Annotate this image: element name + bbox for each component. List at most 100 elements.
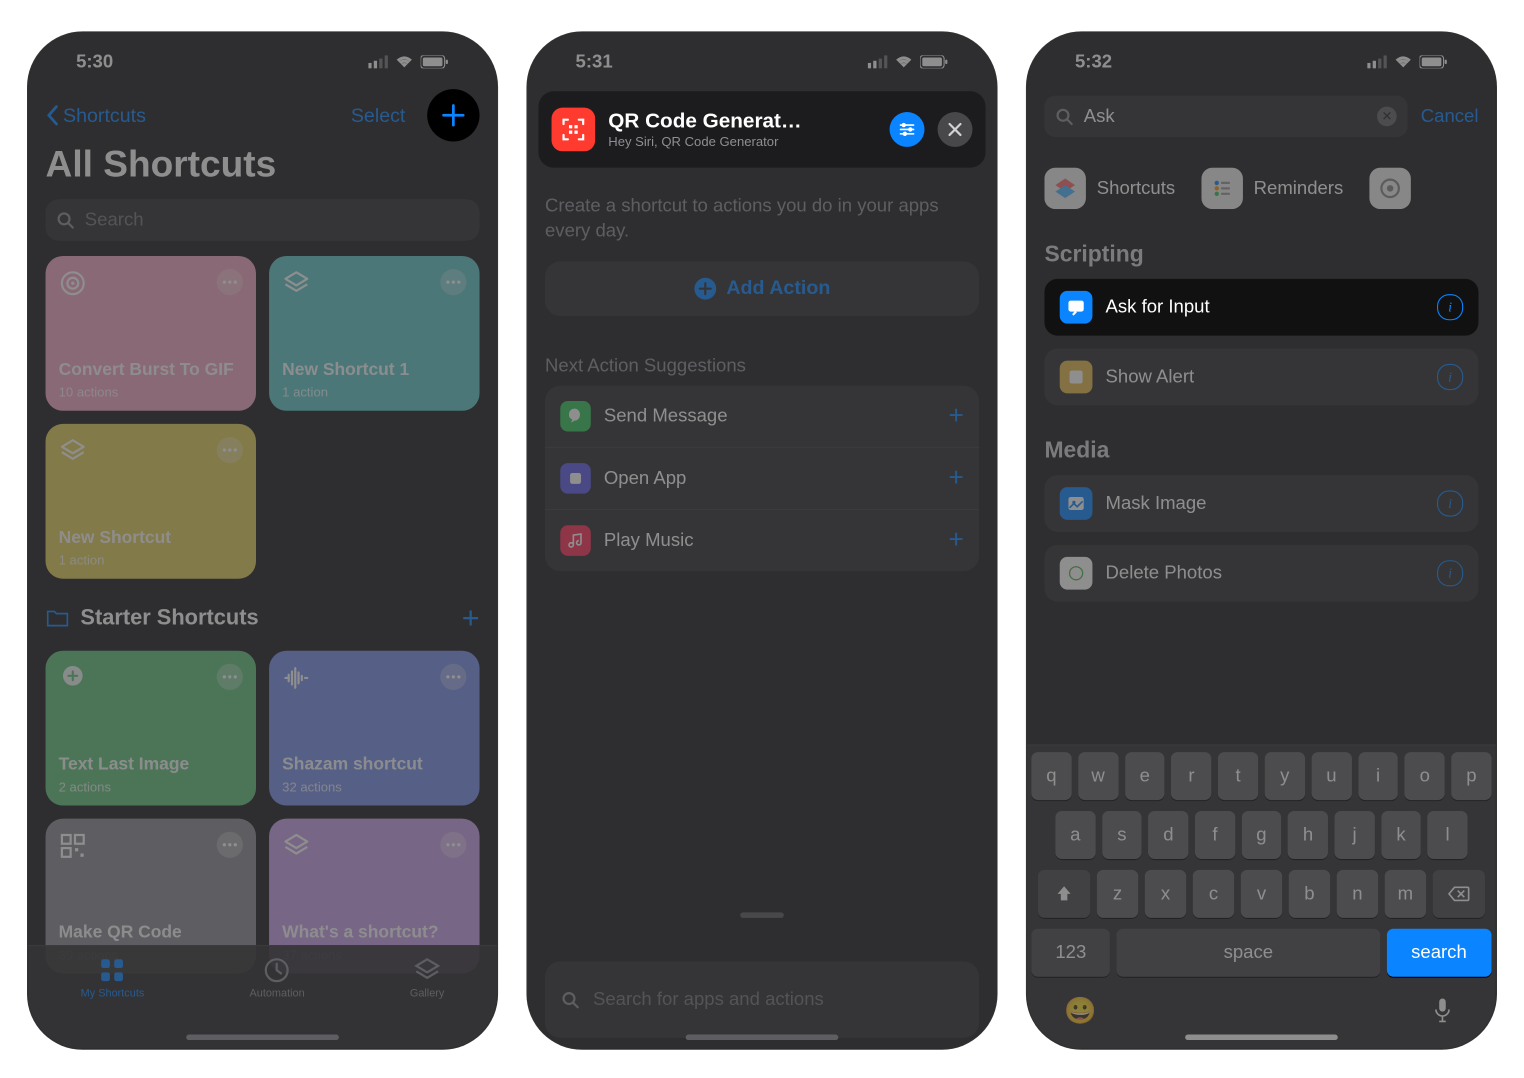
- action-show-alert[interactable]: Show Alert i: [1044, 349, 1478, 406]
- numbers-key[interactable]: 123: [1031, 929, 1110, 977]
- key[interactable]: l: [1428, 811, 1468, 859]
- home-indicator[interactable]: [686, 1035, 839, 1040]
- search-bar[interactable]: [46, 199, 480, 240]
- more-button[interactable]: [440, 269, 466, 295]
- key[interactable]: u: [1311, 752, 1351, 800]
- add-suggestion-button[interactable]: +: [948, 525, 963, 556]
- key[interactable]: v: [1241, 870, 1282, 918]
- info-button[interactable]: i: [1437, 560, 1463, 586]
- shortcut-title[interactable]: QR Code Generat…: [608, 110, 876, 134]
- action-search-input[interactable]: [1082, 104, 1369, 128]
- suggestion-item[interactable]: Play Music +: [545, 509, 979, 571]
- key[interactable]: q: [1031, 752, 1071, 800]
- key[interactable]: y: [1265, 752, 1305, 800]
- back-button[interactable]: Shortcuts: [46, 104, 146, 127]
- status-bar: 5:31: [545, 32, 979, 91]
- key[interactable]: k: [1381, 811, 1421, 859]
- add-suggestion-button[interactable]: +: [948, 463, 963, 494]
- emoji-button[interactable]: 😀: [1064, 994, 1097, 1027]
- more-button[interactable]: [217, 437, 243, 463]
- key[interactable]: h: [1288, 811, 1328, 859]
- key[interactable]: r: [1171, 752, 1211, 800]
- shortcut-tile[interactable]: Convert Burst To GIF 10 actions: [46, 256, 256, 411]
- tile-title: Shazam shortcut: [282, 755, 423, 775]
- search-input[interactable]: [83, 208, 469, 232]
- key[interactable]: b: [1289, 870, 1330, 918]
- key[interactable]: o: [1405, 752, 1445, 800]
- action-search-sheet[interactable]: [545, 961, 979, 1037]
- new-shortcut-button[interactable]: [427, 89, 479, 141]
- search-key[interactable]: search: [1386, 929, 1491, 977]
- section-header: Starter Shortcuts +: [46, 601, 480, 636]
- key[interactable]: c: [1193, 870, 1234, 918]
- action-search-bar[interactable]: ✕: [1044, 96, 1407, 137]
- info-button[interactable]: i: [1437, 364, 1463, 390]
- action-ask-for-input[interactable]: Ask for Input i: [1044, 279, 1478, 336]
- tile-sub: 2 actions: [59, 779, 111, 794]
- clear-search-button[interactable]: ✕: [1377, 107, 1397, 127]
- cellular-icon: [368, 55, 388, 68]
- select-button[interactable]: Select: [351, 104, 406, 127]
- more-button[interactable]: [440, 664, 466, 690]
- shortcut-tile[interactable]: New Shortcut 1 1 action: [269, 256, 479, 411]
- key[interactable]: d: [1148, 811, 1188, 859]
- close-button[interactable]: [938, 112, 973, 147]
- category-shortcuts[interactable]: Shortcuts: [1044, 168, 1175, 209]
- action-search-input[interactable]: [591, 988, 964, 1012]
- shortcut-app-icon[interactable]: [552, 108, 596, 152]
- more-button[interactable]: [217, 832, 243, 858]
- tab-my-shortcuts[interactable]: My Shortcuts: [81, 955, 145, 1000]
- shortcut-tile[interactable]: Text Last Image 2 actions: [46, 651, 256, 806]
- key[interactable]: s: [1102, 811, 1142, 859]
- key[interactable]: n: [1337, 870, 1378, 918]
- key[interactable]: t: [1218, 752, 1258, 800]
- key[interactable]: e: [1125, 752, 1165, 800]
- key[interactable]: i: [1358, 752, 1398, 800]
- shortcut-tile[interactable]: Shazam shortcut 32 actions: [269, 651, 479, 806]
- sheet-handle[interactable]: [740, 912, 784, 917]
- status-time: 5:31: [576, 51, 613, 73]
- dictation-button[interactable]: [1426, 994, 1459, 1027]
- add-suggestion-button[interactable]: +: [948, 401, 963, 432]
- info-button[interactable]: i: [1437, 490, 1463, 516]
- more-button[interactable]: [217, 664, 243, 690]
- key[interactable]: x: [1145, 870, 1186, 918]
- section-add-button[interactable]: +: [462, 601, 480, 636]
- more-button[interactable]: [217, 269, 243, 295]
- tile-title: New Shortcut: [59, 528, 171, 548]
- key[interactable]: m: [1385, 870, 1426, 918]
- key[interactable]: a: [1055, 811, 1095, 859]
- key[interactable]: z: [1097, 870, 1138, 918]
- tab-gallery[interactable]: Gallery: [410, 955, 445, 1000]
- tile-title: Make QR Code: [59, 923, 182, 943]
- shift-key[interactable]: [1038, 870, 1090, 918]
- category-more[interactable]: [1369, 168, 1410, 209]
- key[interactable]: f: [1195, 811, 1235, 859]
- grid-icon: [97, 955, 128, 986]
- ellipsis-icon: [222, 843, 237, 847]
- shortcut-tile[interactable]: New Shortcut 1 action: [46, 424, 256, 579]
- settings-button[interactable]: [890, 112, 925, 147]
- space-key[interactable]: space: [1117, 929, 1380, 977]
- key-row: z x c v b n m: [1031, 870, 1491, 918]
- tile-sub: 1 action: [59, 553, 105, 568]
- suggestion-item[interactable]: Open App +: [545, 447, 979, 509]
- cancel-button[interactable]: Cancel: [1421, 105, 1479, 127]
- add-action-button[interactable]: Add Action: [545, 261, 979, 316]
- backspace-key[interactable]: [1433, 870, 1485, 918]
- category-reminders[interactable]: Reminders: [1201, 168, 1343, 209]
- action-delete-photos[interactable]: Delete Photos i: [1044, 545, 1478, 602]
- more-button[interactable]: [440, 832, 466, 858]
- home-indicator[interactable]: [1185, 1035, 1338, 1040]
- key[interactable]: j: [1335, 811, 1375, 859]
- layers-icon: [59, 437, 87, 465]
- info-button[interactable]: i: [1437, 294, 1463, 320]
- key[interactable]: p: [1451, 752, 1491, 800]
- key[interactable]: g: [1241, 811, 1281, 859]
- key[interactable]: w: [1078, 752, 1118, 800]
- action-mask-image[interactable]: Mask Image i: [1044, 475, 1478, 532]
- home-indicator[interactable]: [186, 1035, 339, 1040]
- tab-automation[interactable]: Automation: [249, 955, 304, 1000]
- suggestion-item[interactable]: Send Message +: [545, 386, 979, 447]
- tab-label: Gallery: [410, 988, 445, 1000]
